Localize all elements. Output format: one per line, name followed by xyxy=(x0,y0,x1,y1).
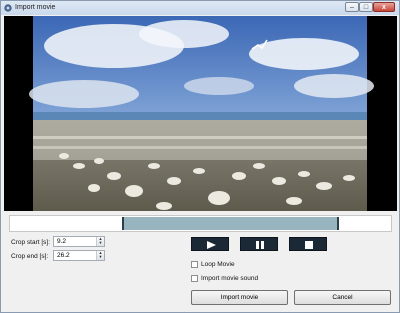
close-icon: x xyxy=(382,4,386,11)
minimize-button[interactable]: – xyxy=(345,2,359,12)
crop-start-spinner[interactable]: ▲ ▼ xyxy=(96,237,104,246)
crop-end-spinner[interactable]: ▲ ▼ xyxy=(96,251,104,260)
crop-start-label: Crop start [s]: xyxy=(11,239,51,246)
maximize-button[interactable]: □ xyxy=(359,2,373,12)
import-sound-label[interactable]: Import movie sound xyxy=(201,275,258,282)
import-movie-button[interactable]: Import movie xyxy=(191,290,288,305)
title-bar[interactable]: Import movie – □ x xyxy=(1,1,399,15)
play-button[interactable] xyxy=(191,237,229,251)
loop-movie-label[interactable]: Loop Movie xyxy=(201,261,235,268)
spinner-down-icon[interactable]: ▼ xyxy=(97,255,104,259)
crop-start-value: 9.2 xyxy=(57,238,67,245)
import-movie-dialog: Import movie – □ x Crop start [s]: 9.2 ▲… xyxy=(0,0,400,313)
cancel-button[interactable]: Cancel xyxy=(294,290,391,305)
pause-icon xyxy=(256,241,264,249)
stop-button[interactable] xyxy=(289,237,327,251)
crop-end-input[interactable]: 26.2 ▲ ▼ xyxy=(53,250,105,261)
stop-icon xyxy=(305,241,313,249)
play-icon xyxy=(207,241,216,249)
pause-button[interactable] xyxy=(240,237,278,251)
trim-timeline[interactable] xyxy=(9,215,392,232)
maximize-icon: □ xyxy=(363,4,369,11)
minimize-icon: – xyxy=(350,4,354,11)
app-icon xyxy=(4,4,12,12)
video-frame-image xyxy=(4,16,397,211)
crop-start-input[interactable]: 9.2 ▲ ▼ xyxy=(53,236,105,247)
close-button[interactable]: x xyxy=(373,2,395,12)
video-preview xyxy=(4,16,397,211)
spinner-down-icon[interactable]: ▼ xyxy=(97,241,104,245)
window-title: Import movie xyxy=(15,4,56,11)
crop-end-label: Crop end [s]: xyxy=(11,253,49,260)
import-sound-checkbox[interactable] xyxy=(191,275,198,282)
loop-movie-checkbox[interactable] xyxy=(191,261,198,268)
trim-range-selection[interactable] xyxy=(122,217,339,230)
crop-end-value: 26.2 xyxy=(57,252,70,259)
